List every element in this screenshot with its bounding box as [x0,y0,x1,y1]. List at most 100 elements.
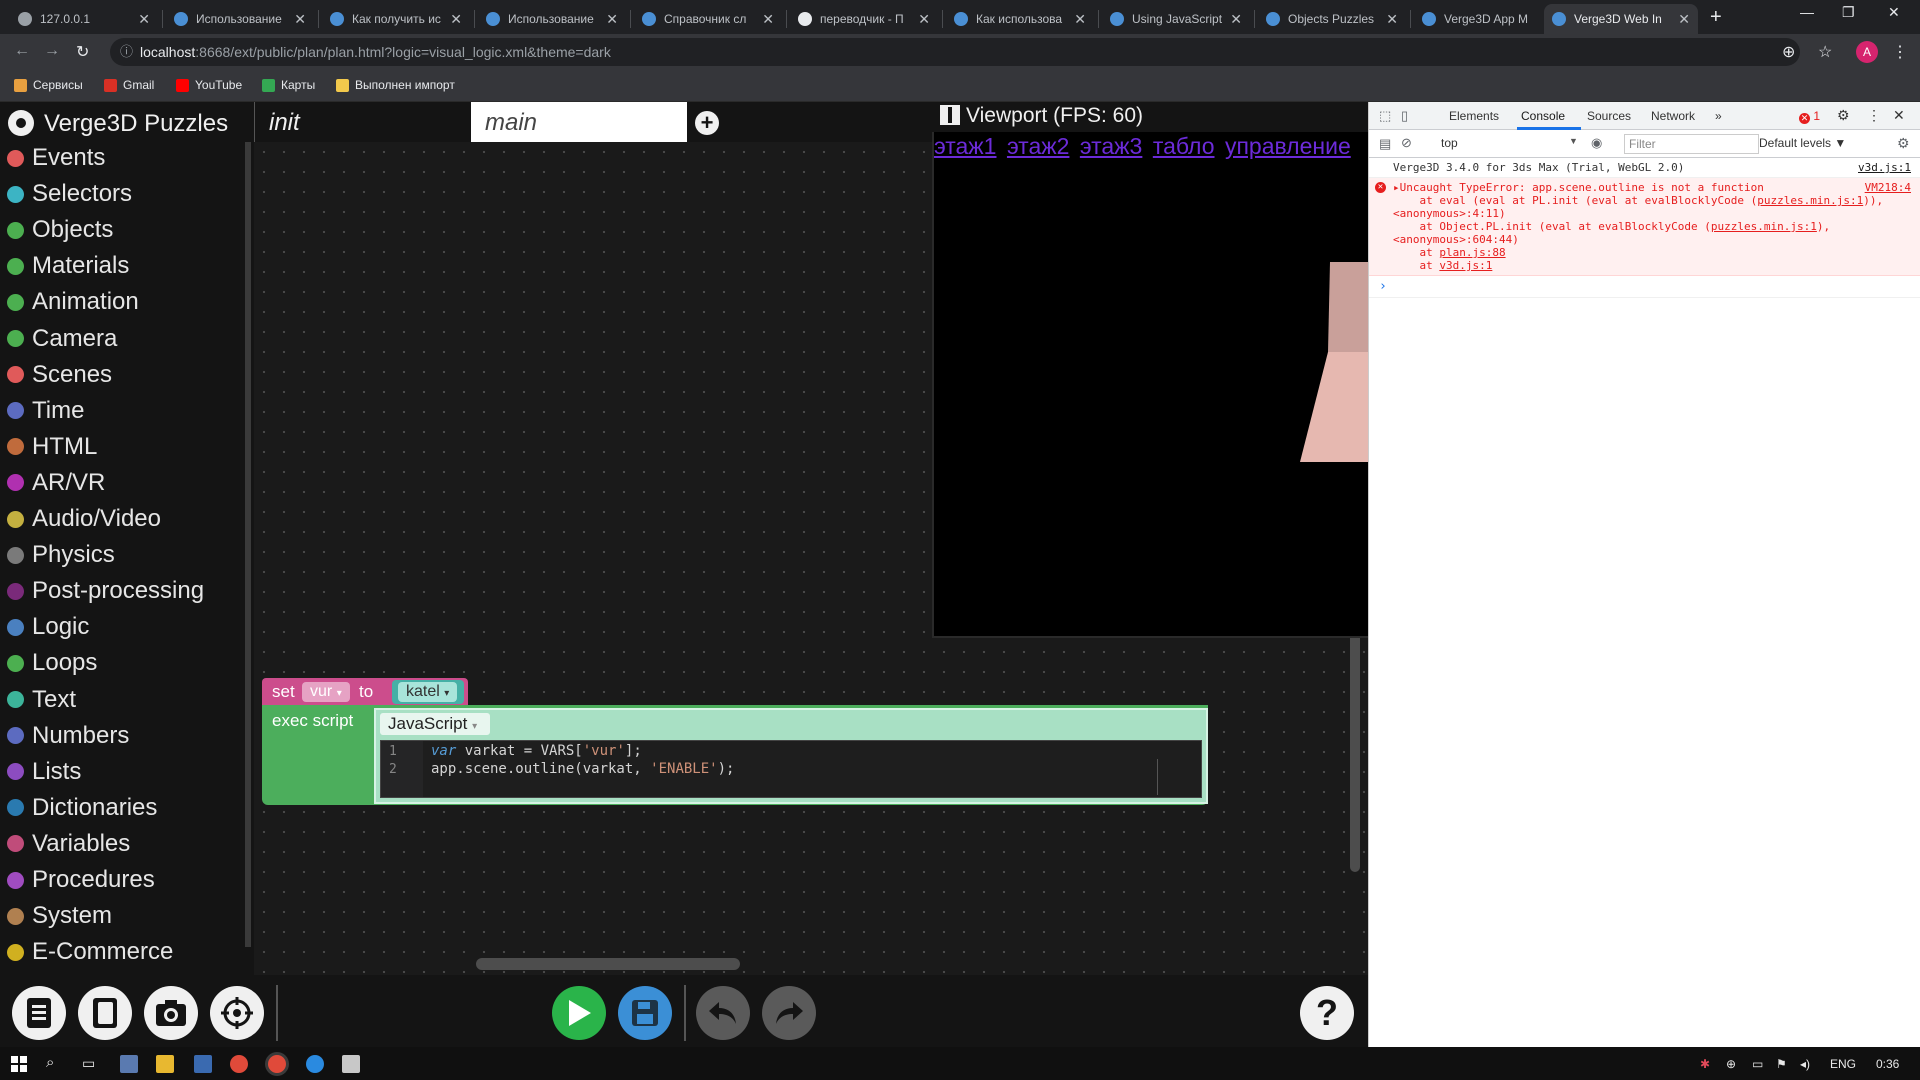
menu-kebab-icon[interactable]: ⋮ [1892,42,1908,62]
chrome-app-icon[interactable] [230,1055,248,1073]
browser-tab[interactable]: Verge3D App M ✕ [1414,4,1562,34]
category-loops[interactable]: Loops [7,648,97,678]
file-explorer-icon[interactable] [156,1055,174,1073]
sidebar-scrollbar[interactable] [245,142,251,947]
control-link[interactable]: управление [1225,133,1351,159]
close-tab-icon[interactable]: ✕ [1074,11,1086,28]
undo-button[interactable] [696,986,750,1040]
floor3-link[interactable]: этаж3 [1080,133,1142,159]
pause-icon[interactable] [940,105,960,125]
category-variables[interactable]: Variables [7,829,130,859]
library-button[interactable] [78,986,132,1040]
bookmark-star-icon[interactable]: ☆ [1818,42,1832,62]
task-view-icon[interactable]: ▭ [82,1055,95,1072]
save-button[interactable] [618,986,672,1040]
board-link[interactable]: табло [1153,133,1215,159]
category-e-commerce[interactable]: E-Commerce [7,937,173,967]
profile-avatar[interactable]: A [1856,41,1878,63]
tab-console[interactable]: Console [1521,109,1565,123]
category-time[interactable]: Time [7,396,84,426]
context-selector[interactable]: top ▼ [1441,136,1578,150]
close-devtools-icon[interactable]: ✕ [1893,107,1905,124]
bookmark-services[interactable]: Сервисы [14,78,83,92]
zoom-icon[interactable]: ⊕ [1782,42,1795,62]
category-system[interactable]: System [7,901,112,931]
tray-app-icon[interactable]: ✱ [1700,1057,1710,1071]
category-events[interactable]: Events [7,143,105,173]
javascript-code-block[interactable]: JavaScript ▾ 1 2 var varkat = VARS['vur'… [374,708,1208,804]
chrome-active-app-icon[interactable] [268,1055,286,1073]
screenshot-button[interactable] [144,986,198,1040]
category-text[interactable]: Text [7,685,76,715]
forward-icon[interactable]: → [44,42,60,60]
browser-tab[interactable]: Использование ✕ [166,4,314,34]
clear-console-icon[interactable]: ⊘ [1401,135,1412,151]
browser-tab[interactable]: Using JavaScript ✕ [1102,4,1250,34]
inspect-element-icon[interactable]: ⬚ [1379,108,1391,124]
workspace-tab-init[interactable]: init [254,102,470,142]
devtools-menu-icon[interactable]: ⋮ [1867,107,1881,124]
category-html[interactable]: HTML [7,432,97,462]
reload-icon[interactable]: ↻ [76,42,89,62]
bookmark-maps[interactable]: Карты [262,78,315,92]
close-tab-icon[interactable]: ✕ [450,11,462,28]
network-icon[interactable]: ⊕ [1726,1057,1736,1071]
device-toolbar-icon[interactable]: ▯ [1401,108,1408,124]
bookmark-gmail[interactable]: Gmail [104,78,154,92]
bookmark-youtube[interactable]: YouTube [176,78,242,92]
category-ar-vr[interactable]: AR/VR [7,468,105,498]
more-tabs-icon[interactable]: » [1715,109,1722,123]
run-button[interactable] [552,986,606,1040]
close-tab-icon[interactable]: ✕ [762,11,774,28]
close-window-icon[interactable]: ✕ [1888,4,1900,21]
category-objects[interactable]: Objects [7,215,113,245]
category-post-processing[interactable]: Post-processing [7,576,204,606]
workspace-horizontal-scrollbar[interactable] [476,958,740,970]
category-animation[interactable]: Animation [7,287,139,317]
browser-tab[interactable]: Как использова ✕ [946,4,1094,34]
search-icon[interactable]: ⌕ [46,1054,54,1071]
browser-tab[interactable]: 127.0.0.1 ✕ [10,4,158,34]
help-button[interactable]: ? [1300,986,1354,1040]
source-link[interactable]: VM218:4 [1865,181,1911,194]
category-selectors[interactable]: Selectors [7,179,132,209]
source-link[interactable]: v3d.js:1 [1858,161,1911,174]
calculator-app-icon[interactable] [120,1055,138,1073]
console-error-message[interactable]: ✕ VM218:4 ▸Uncaught TypeError: app.scene… [1369,178,1920,276]
floor1-link[interactable]: этаж1 [934,133,996,159]
category-lists[interactable]: Lists [7,757,81,787]
back-icon[interactable]: ← [14,42,30,60]
console-filter-input[interactable]: Filter [1624,134,1759,154]
tab-network[interactable]: Network [1651,109,1695,123]
minimize-window-icon[interactable]: — [1800,4,1814,20]
file-menu-button[interactable] [12,986,66,1040]
category-camera[interactable]: Camera [7,324,117,354]
close-tab-icon[interactable]: ✕ [918,11,930,28]
workspace-tab-main[interactable]: main [471,102,687,142]
workspace-vertical-scrollbar[interactable] [1350,620,1360,872]
battery-icon[interactable]: ▭ [1752,1057,1763,1071]
clock[interactable]: 0:36 [1876,1057,1899,1071]
browser-tab[interactable]: Objects Puzzles ✕ [1258,4,1406,34]
category-procedures[interactable]: Procedures [7,865,155,895]
center-view-button[interactable] [210,986,264,1040]
close-tab-icon[interactable]: ✕ [1230,11,1242,28]
restore-window-icon[interactable]: ❐ [1842,4,1855,21]
site-info-icon[interactable]: ⓘ [120,38,133,66]
console-settings-icon[interactable]: ⚙ [1897,135,1910,152]
3d-model-object[interactable] [1300,262,1368,462]
console-sidebar-icon[interactable]: ▤ [1379,136,1391,152]
browser-tab-active[interactable]: Verge3D Web In ✕ [1544,4,1698,34]
category-logic[interactable]: Logic [7,612,89,642]
volume-icon[interactable]: ◂) [1800,1057,1810,1071]
floor2-link[interactable]: этаж2 [1007,133,1069,159]
bookmark-imported[interactable]: Выполнен импорт [336,78,455,92]
browser-tab[interactable]: переводчик - П ✕ [790,4,938,34]
browser-tab[interactable]: Как получить ис ✕ [322,4,470,34]
category-dictionaries[interactable]: Dictionaries [7,793,157,823]
tab-sources[interactable]: Sources [1587,109,1631,123]
category-numbers[interactable]: Numbers [7,721,129,751]
code-editor[interactable]: 1 2 var varkat = VARS['vur']; app.scene.… [380,740,1202,798]
app-icon[interactable] [342,1055,360,1073]
flag-icon[interactable]: ⚑ [1776,1057,1787,1071]
